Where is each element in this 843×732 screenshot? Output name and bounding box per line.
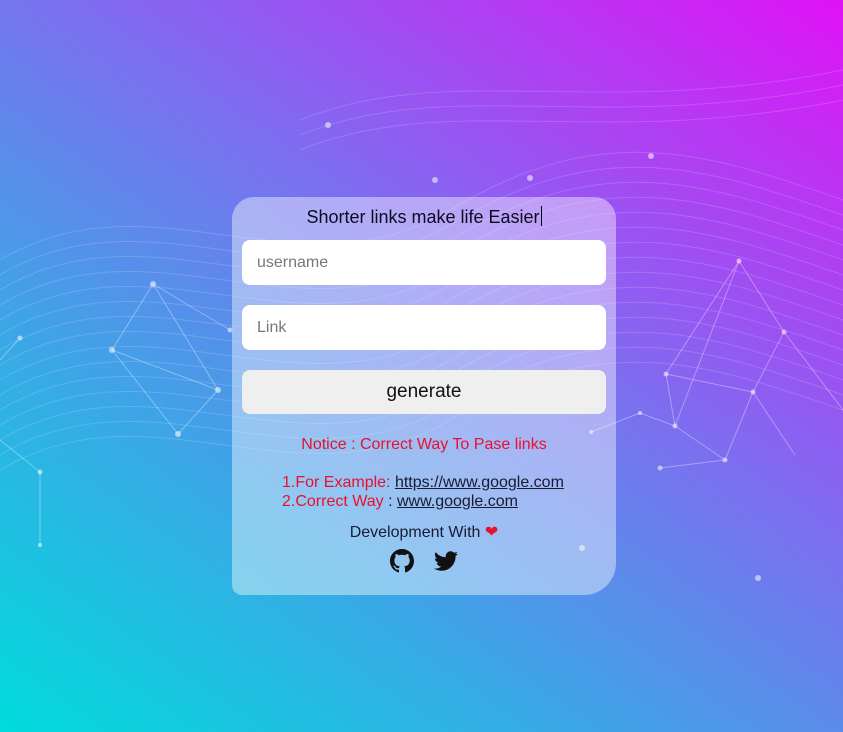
username-input[interactable] — [242, 240, 606, 285]
page-title: Shorter links make life Easier — [232, 206, 616, 228]
correct-link[interactable]: www.google.com — [397, 493, 518, 510]
heart-icon: ❤ — [484, 524, 499, 541]
title-text: Shorter links make life Easier — [306, 207, 540, 227]
dev-text: Development With — [349, 524, 485, 541]
development-credit: Development With ❤ — [232, 522, 616, 542]
correct-prefix: 2.Correct Way — [282, 493, 384, 510]
correct-separator: : — [383, 493, 397, 510]
text-caret — [540, 206, 542, 226]
github-icon[interactable] — [390, 549, 414, 573]
example-line: 1.For Example: https://www.google.com — [282, 474, 564, 492]
twitter-icon[interactable] — [434, 549, 458, 573]
example-link[interactable]: https://www.google.com — [395, 474, 564, 491]
notice-text: Notice : Correct Way To Pase links — [301, 436, 547, 453]
correct-way-line: 2.Correct Way : www.google.com — [282, 493, 518, 511]
shortener-card: Shorter links make life Easier generate … — [232, 197, 616, 595]
link-input[interactable] — [242, 305, 606, 350]
example-prefix: 1.For Example: — [282, 474, 395, 491]
generate-button[interactable]: generate — [242, 370, 606, 414]
